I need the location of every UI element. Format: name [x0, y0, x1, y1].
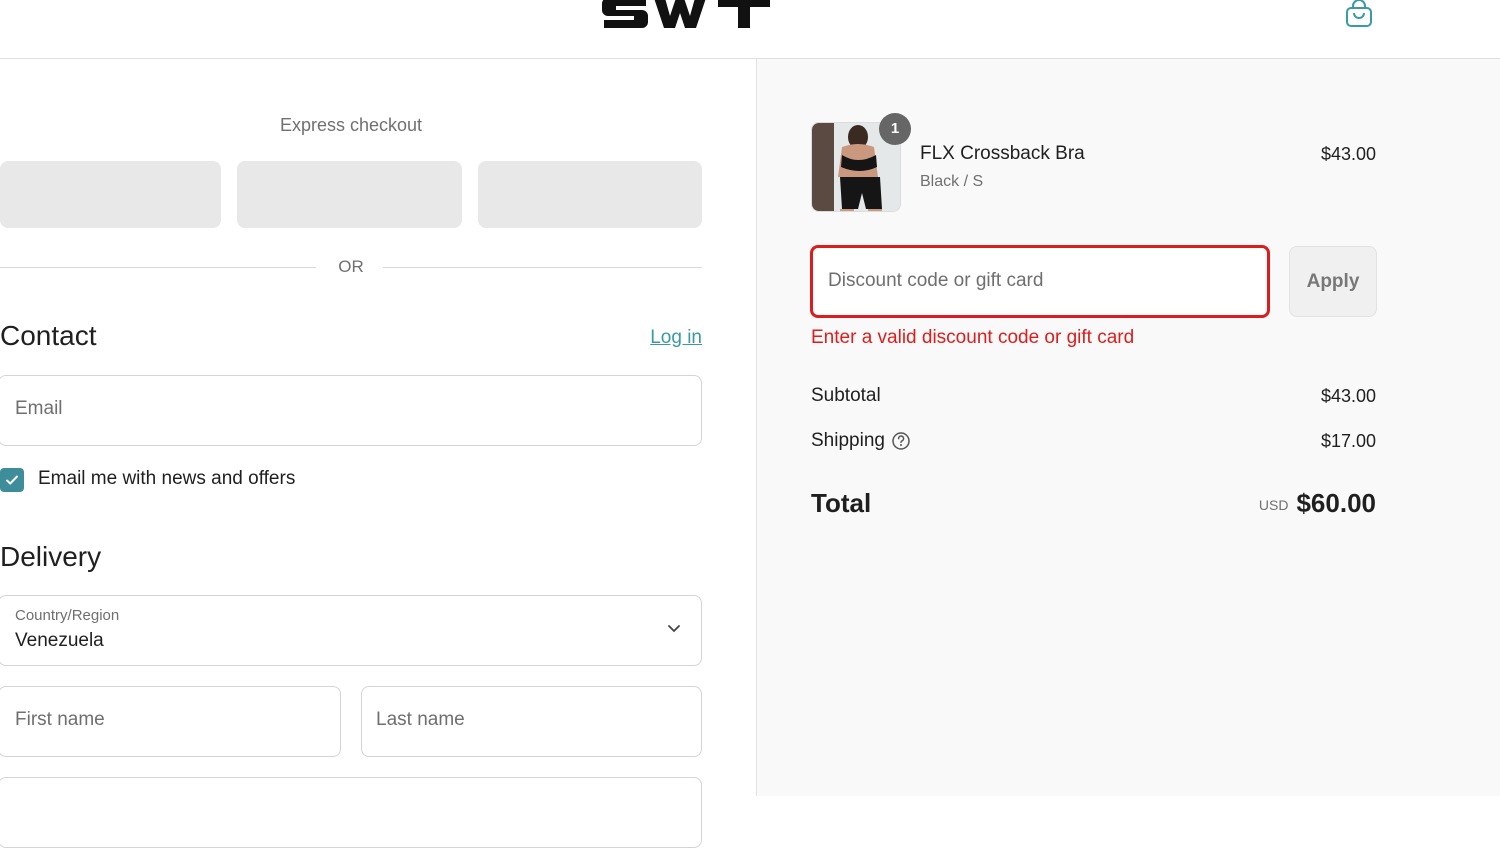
checkmark-icon: [6, 475, 18, 485]
newsletter-label: Email me with news and offers: [38, 468, 296, 489]
shipping-label: Shipping: [811, 430, 885, 451]
cart-bag-icon[interactable]: [1343, 0, 1375, 30]
delivery-title: Delivery: [0, 541, 102, 572]
shipping-row: Shipping: [811, 430, 911, 452]
divider-line-right: [383, 267, 702, 268]
divider-line-left: [0, 267, 316, 268]
order-summary: 1 FLX Crossback Bra Black / S $43.00 Dis…: [756, 59, 1500, 796]
currency-code: USD: [1258, 497, 1289, 513]
discount-error-message: Enter a valid discount code or gift card: [811, 327, 1135, 348]
product-name: FLX Crossback Bra: [920, 143, 1085, 164]
first-name-field[interactable]: First name: [0, 686, 341, 757]
shipping-value: $17.00: [1320, 431, 1376, 451]
contact-title: Contact: [0, 320, 97, 351]
product-price: $43.00: [1320, 144, 1376, 164]
chevron-down-icon: [668, 625, 680, 633]
express-pay-button-2[interactable]: [237, 161, 462, 228]
express-checkout-title: Express checkout: [279, 115, 423, 135]
question-circle-icon[interactable]: [891, 431, 911, 451]
total-value: $60.00: [1296, 488, 1376, 518]
email-field[interactable]: Email: [0, 375, 702, 446]
quantity-badge: 1: [879, 113, 911, 145]
first-name-placeholder: First name: [15, 709, 105, 730]
country-value: Venezuela: [15, 630, 104, 651]
or-label: OR: [338, 257, 364, 276]
brand-logo[interactable]: [602, 0, 772, 30]
country-label: Country/Region: [15, 607, 120, 624]
product-variant: Black / S: [920, 173, 984, 190]
discount-code-input[interactable]: Discount code or gift card: [810, 245, 1270, 318]
subtotal-label: Subtotal: [811, 385, 881, 406]
subtotal-value: $43.00: [1320, 386, 1376, 406]
last-name-placeholder: Last name: [376, 709, 465, 730]
express-pay-button-3[interactable]: [478, 161, 702, 228]
discount-placeholder: Discount code or gift card: [828, 270, 1044, 291]
express-pay-button-1[interactable]: [0, 161, 221, 228]
country-select[interactable]: Country/Region Venezuela: [0, 595, 702, 666]
checkout-form: Express checkout OR Contact Log in Email…: [0, 59, 756, 848]
or-divider: OR: [0, 255, 702, 279]
header: [0, 0, 1500, 59]
last-name-field[interactable]: Last name: [361, 686, 702, 757]
next-field[interactable]: [0, 777, 702, 848]
total-label: Total: [811, 488, 872, 518]
email-placeholder: Email: [15, 398, 63, 419]
newsletter-checkbox[interactable]: [0, 468, 24, 492]
total-amount: USD $60.00: [1259, 488, 1376, 519]
login-link[interactable]: Log in: [650, 327, 702, 349]
apply-discount-button[interactable]: Apply: [1289, 246, 1377, 317]
